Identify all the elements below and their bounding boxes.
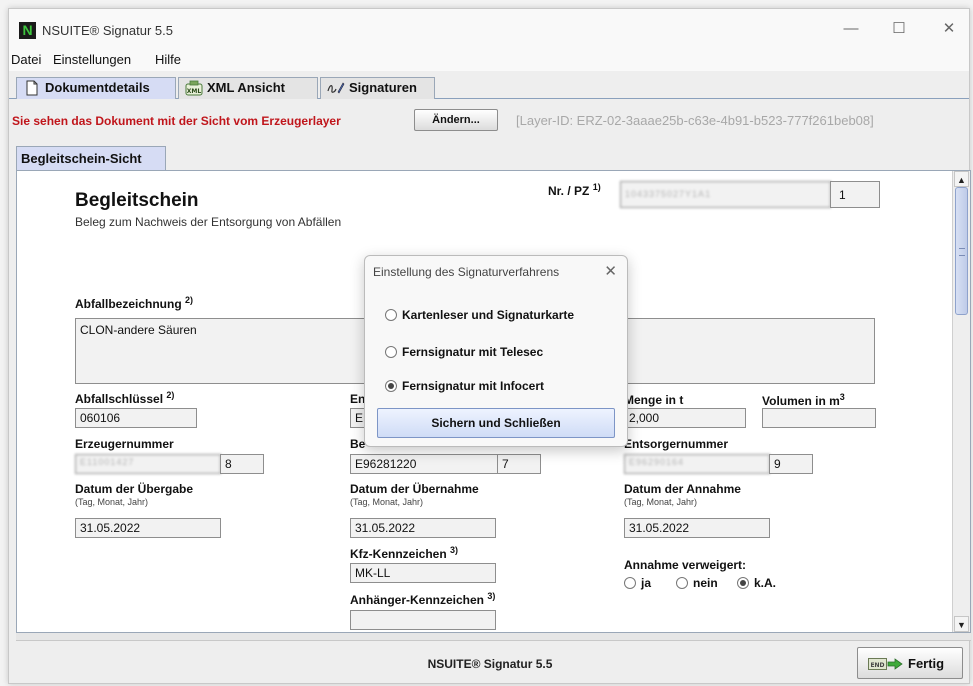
close-button[interactable]: ✕ [938, 19, 960, 39]
annahme-label: Datum der Annahme [624, 482, 741, 496]
verweigert-nein-label: nein [693, 576, 718, 590]
uebernahme-label: Datum der Übernahme [350, 482, 479, 496]
menu-einstellungen[interactable]: Einstellungen [53, 52, 131, 67]
anhaenger-field[interactable] [350, 610, 496, 630]
maximize-button[interactable]: ☐ [888, 19, 910, 39]
tab-signaturen[interactable]: Signaturen [320, 77, 435, 99]
done-button[interactable]: END Fertig [857, 647, 963, 679]
layer-id: [Layer-ID: ERZ-02-3aaae25b-c63e-4b91-b52… [516, 113, 874, 128]
entsorgernummer-field[interactable]: E96290164 [624, 454, 770, 474]
erzeugernummer-pz-field[interactable]: 8 [220, 454, 264, 474]
menu-bar: Datei Einstellungen Hilfe [9, 47, 969, 71]
view-info-text: Sie sehen das Dokument mit der Sicht vom… [12, 114, 341, 128]
option-infocert-radio[interactable] [385, 380, 397, 392]
change-view-button[interactable]: Ändern... [414, 109, 498, 131]
nr-field[interactable]: 1043375027Y1A1 [620, 181, 831, 208]
abfallbezeichnung-label: Abfallbezeichnung 2) [75, 295, 194, 311]
xml-icon: XML [185, 80, 203, 96]
abfallschluessel-label: Abfallschlüssel 2) [75, 390, 175, 406]
tab-begleitschein-sicht[interactable]: Begleitschein-Sicht [16, 146, 166, 171]
menu-datei[interactable]: Datei [11, 52, 41, 67]
abfallschluessel-field[interactable]: 060106 [75, 408, 197, 428]
menge-label: Menge in t [624, 393, 684, 407]
option-infocert-label: Fernsignatur mit Infocert [402, 379, 545, 393]
entsorgernummer-label: Entsorgernummer [624, 437, 729, 451]
tab-xml-ansicht[interactable]: XML XML Ansicht [178, 77, 318, 99]
option-kartenleser-radio[interactable] [385, 309, 397, 321]
option-telesec-radio[interactable] [385, 346, 397, 358]
annahme-hint: (Tag, Monat, Jahr) [624, 497, 698, 507]
scroll-up-arrow-icon[interactable]: ▲ [954, 171, 969, 187]
menu-hilfe[interactable]: Hilfe [155, 52, 181, 67]
annahme-field[interactable]: 31.05.2022 [624, 518, 770, 538]
done-label: Fertig [908, 656, 945, 671]
svg-text:XML: XML [187, 88, 202, 95]
erzeugernummer-field[interactable]: E11001427 [75, 454, 221, 474]
menge-field[interactable]: 2,000 [624, 408, 746, 428]
verweigert-ka-label: k.A. [754, 576, 777, 590]
tab-dokumentdetails[interactable]: Dokumentdetails [16, 77, 176, 99]
anhaenger-label: Anhänger-Kennzeichen 3) [350, 591, 496, 607]
view-info-bar: Sie sehen das Dokument mit der Sicht vom… [9, 99, 969, 139]
dialog-close-icon[interactable]: ✕ [604, 262, 617, 280]
annahme-verweigert-label: Annahme verweigert: [624, 558, 747, 572]
dialog-title: Einstellung des Signaturverfahrens [373, 265, 560, 279]
kfz-field[interactable]: MK-LL [350, 563, 496, 583]
tab-label: Signaturen [349, 80, 417, 95]
main-tabs: Dokumentdetails XML XML Ansicht Signatur… [9, 71, 969, 99]
title-bar: N NSUITE® Signatur 5.5 — ☐ ✕ [9, 9, 969, 47]
verweigert-ka-radio[interactable] [737, 577, 749, 589]
erzeugernummer-label: Erzeugernummer [75, 437, 174, 451]
option-kartenleser-label: Kartenleser und Signaturkarte [402, 308, 575, 322]
document-subtitle: Beleg zum Nachweis der Entsorgung von Ab… [75, 215, 342, 229]
minimize-button[interactable]: — [840, 19, 862, 39]
grip-icon [959, 248, 965, 256]
volumen-field[interactable] [762, 408, 876, 428]
nr-pz-label: Nr. / PZ 1) [548, 182, 601, 198]
uebernahme-field[interactable]: 31.05.2022 [350, 518, 496, 538]
scroll-down-arrow-icon[interactable]: ▼ [954, 616, 969, 632]
be-pz-field[interactable]: 7 [497, 454, 541, 474]
tab-label: Dokumentdetails [45, 80, 150, 95]
signature-pen-icon [327, 82, 345, 94]
signature-method-dialog: Einstellung des Signaturverfahrens ✕ Kar… [364, 255, 628, 447]
tab-label: XML Ansicht [207, 80, 286, 95]
verweigert-ja-radio[interactable] [624, 577, 636, 589]
document-title: Begleitschein [75, 190, 199, 211]
app-logo-icon: N [19, 22, 36, 39]
document-icon [26, 80, 38, 96]
window-title: NSUITE® Signatur 5.5 [42, 23, 173, 38]
volumen-label: Volumen in m3 [762, 392, 845, 408]
document-scrollbar[interactable]: ▲ ▼ [952, 171, 970, 632]
uebergabe-label: Datum der Übergabe [75, 482, 194, 496]
scroll-thumb[interactable] [955, 187, 968, 315]
finish-arrow-icon: END [868, 658, 903, 670]
verweigert-ja-label: ja [641, 576, 652, 590]
save-and-close-button[interactable]: Sichern und Schließen [377, 408, 615, 438]
footer-title: NSUITE® Signatur 5.5 [427, 657, 553, 671]
option-telesec-label: Fernsignatur mit Telesec [402, 345, 544, 359]
horizontal-scrollbar[interactable] [16, 633, 971, 641]
uebernahme-hint: (Tag, Monat, Jahr) [350, 497, 424, 507]
nr-pz-field[interactable]: 1 [830, 181, 880, 208]
kfz-label: Kfz-Kennzeichen 3) [350, 545, 459, 561]
uebergabe-hint: (Tag, Monat, Jahr) [75, 497, 149, 507]
be-field[interactable]: E96281220 [350, 454, 498, 474]
verweigert-nein-radio[interactable] [676, 577, 688, 589]
uebergabe-field[interactable]: 31.05.2022 [75, 518, 221, 538]
svg-text:END: END [870, 662, 884, 669]
entsorgernummer-pz-field[interactable]: 9 [769, 454, 813, 474]
